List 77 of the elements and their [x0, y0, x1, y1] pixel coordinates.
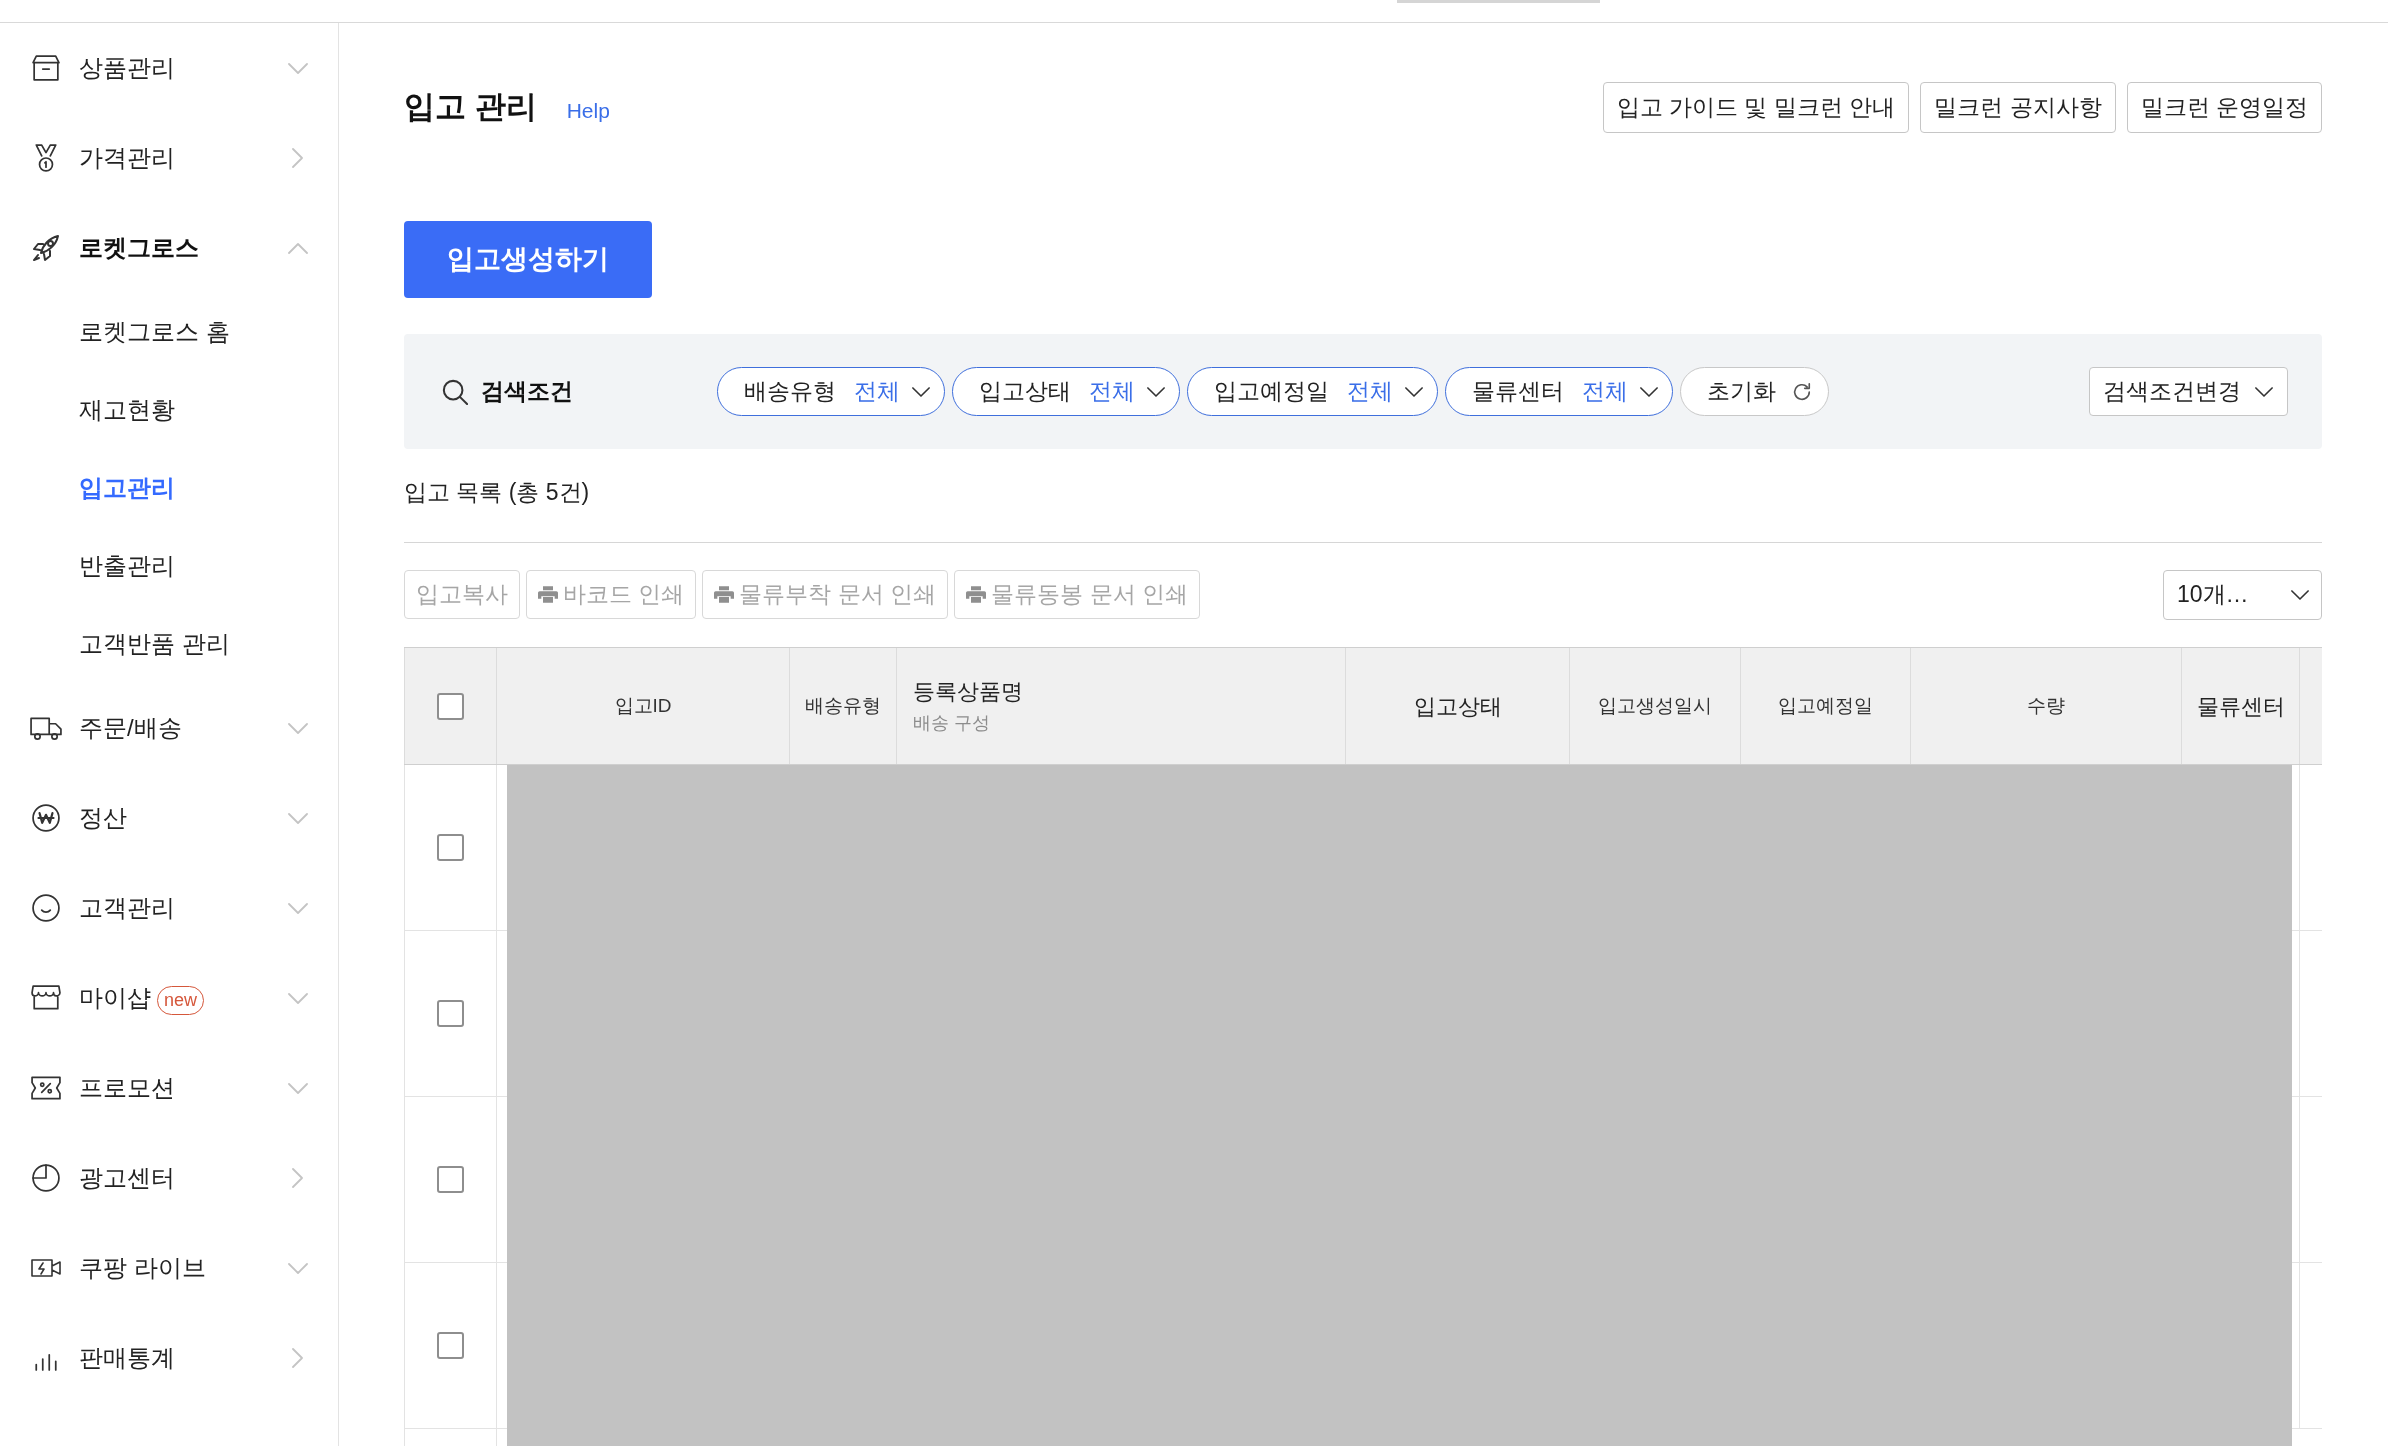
chevron-down-icon: [288, 62, 308, 74]
column-header: 입고ID: [614, 693, 672, 718]
search-icon: [442, 378, 468, 405]
checkbox[interactable]: [437, 1166, 464, 1193]
chevron-down-icon: [2291, 589, 2309, 600]
truck-icon: [30, 715, 62, 741]
chevron-up-icon: [288, 242, 308, 254]
sidebar-item[interactable]: 광고센터: [0, 1133, 338, 1223]
sidebar-subitem[interactable]: 반출관리: [0, 527, 338, 605]
pie-chart-icon: [32, 1164, 60, 1192]
chevron-down-icon: [1640, 386, 1658, 397]
sidebar-item[interactable]: 판매통계: [0, 1313, 338, 1403]
sidebar-item[interactable]: 주문/배송: [0, 683, 338, 773]
filter-dropdown[interactable]: 입고예정일 전체: [1187, 367, 1438, 416]
column-header: 입고예정일: [1778, 693, 1873, 718]
header-button[interactable]: 밀크런 공지사항: [1920, 82, 2116, 133]
chevron-down-icon: [1405, 386, 1423, 397]
chevron-right-icon: [292, 1168, 303, 1188]
chevron-down-icon: [1147, 386, 1165, 397]
search-settings-dropdown[interactable]: 검색조건변경: [2089, 367, 2288, 416]
video-camera-icon: [31, 1257, 61, 1279]
page-title: 입고 관리: [404, 88, 537, 127]
chevron-down-icon: [288, 722, 308, 734]
chevron-down-icon: [288, 1082, 308, 1094]
medal-icon: [34, 144, 58, 172]
help-link[interactable]: Help: [566, 94, 610, 127]
sidebar-subitem[interactable]: 재고현황: [0, 371, 338, 449]
column-subheader: 배송 구성: [913, 712, 990, 735]
chevron-right-icon: [292, 148, 303, 168]
checkbox[interactable]: [437, 1000, 464, 1027]
column-header: 입고상태: [1413, 692, 1502, 721]
ticket-percent-icon: [31, 1076, 61, 1100]
checkbox[interactable]: [437, 834, 464, 861]
sidebar-item[interactable]: 쿠팡 라이브: [0, 1223, 338, 1313]
page-size-dropdown[interactable]: 10개…: [2163, 569, 2322, 620]
printer-icon: [714, 586, 735, 603]
chevron-down-icon: [288, 902, 308, 914]
printer-icon: [966, 586, 987, 603]
list-title: 입고 목록 (총 5건): [404, 478, 590, 507]
checkbox[interactable]: [437, 1332, 464, 1359]
chevron-down-icon: [2255, 386, 2273, 397]
printer-icon: [538, 586, 558, 603]
sidebar-subitem[interactable]: 입고관리: [0, 449, 338, 527]
sidebar-subitem[interactable]: 로켓그로스 홈: [0, 293, 338, 371]
column-header: 입고생성일시: [1598, 693, 1712, 718]
sidebar-item[interactable]: 고객관리: [0, 863, 338, 953]
header-button[interactable]: 입고 가이드 및 밀크런 안내: [1602, 82, 1910, 133]
filter-dropdown[interactable]: 물류센터 전체: [1445, 367, 1673, 416]
sidebar-item[interactable]: 로켓그로스: [0, 203, 338, 293]
box-icon: [32, 55, 60, 81]
column-header: 배송유형: [805, 693, 881, 718]
header-button[interactable]: 밀크런 운영일정: [2126, 82, 2322, 133]
rocket-icon: [32, 234, 60, 262]
column-header: 물류센터: [2196, 692, 2285, 721]
smile-icon: [32, 894, 60, 922]
sidebar-item[interactable]: 정산: [0, 773, 338, 863]
column-header: 수량: [2027, 693, 2065, 718]
filter-dropdown[interactable]: 배송유형 전체: [717, 367, 945, 416]
sidebar-item[interactable]: 상품관리: [0, 23, 338, 113]
sidebar-subitem[interactable]: 고객반품 관리: [0, 605, 338, 683]
won-coin-icon: [32, 804, 60, 832]
column-header: 등록상품명: [913, 678, 1023, 706]
chevron-down-icon: [912, 386, 930, 397]
reset-button[interactable]: 초기화: [1680, 367, 1829, 416]
chevron-down-icon: [288, 1262, 308, 1274]
create-button[interactable]: 입고생성하기: [404, 221, 652, 298]
checkbox[interactable]: [437, 692, 464, 720]
sidebar-item[interactable]: 가격관리: [0, 113, 338, 203]
search-label: 검색조건: [481, 377, 574, 407]
chevron-right-icon: [292, 1348, 303, 1368]
refresh-icon: [1792, 381, 1812, 402]
sidebar-item[interactable]: 마이샵 new: [0, 953, 338, 1043]
filter-dropdown[interactable]: 입고상태 전체: [952, 367, 1180, 416]
chevron-down-icon: [288, 812, 308, 824]
sidebar-item[interactable]: 프로모션: [0, 1043, 338, 1133]
store-icon: [31, 985, 61, 1011]
chevron-down-icon: [288, 992, 308, 1004]
